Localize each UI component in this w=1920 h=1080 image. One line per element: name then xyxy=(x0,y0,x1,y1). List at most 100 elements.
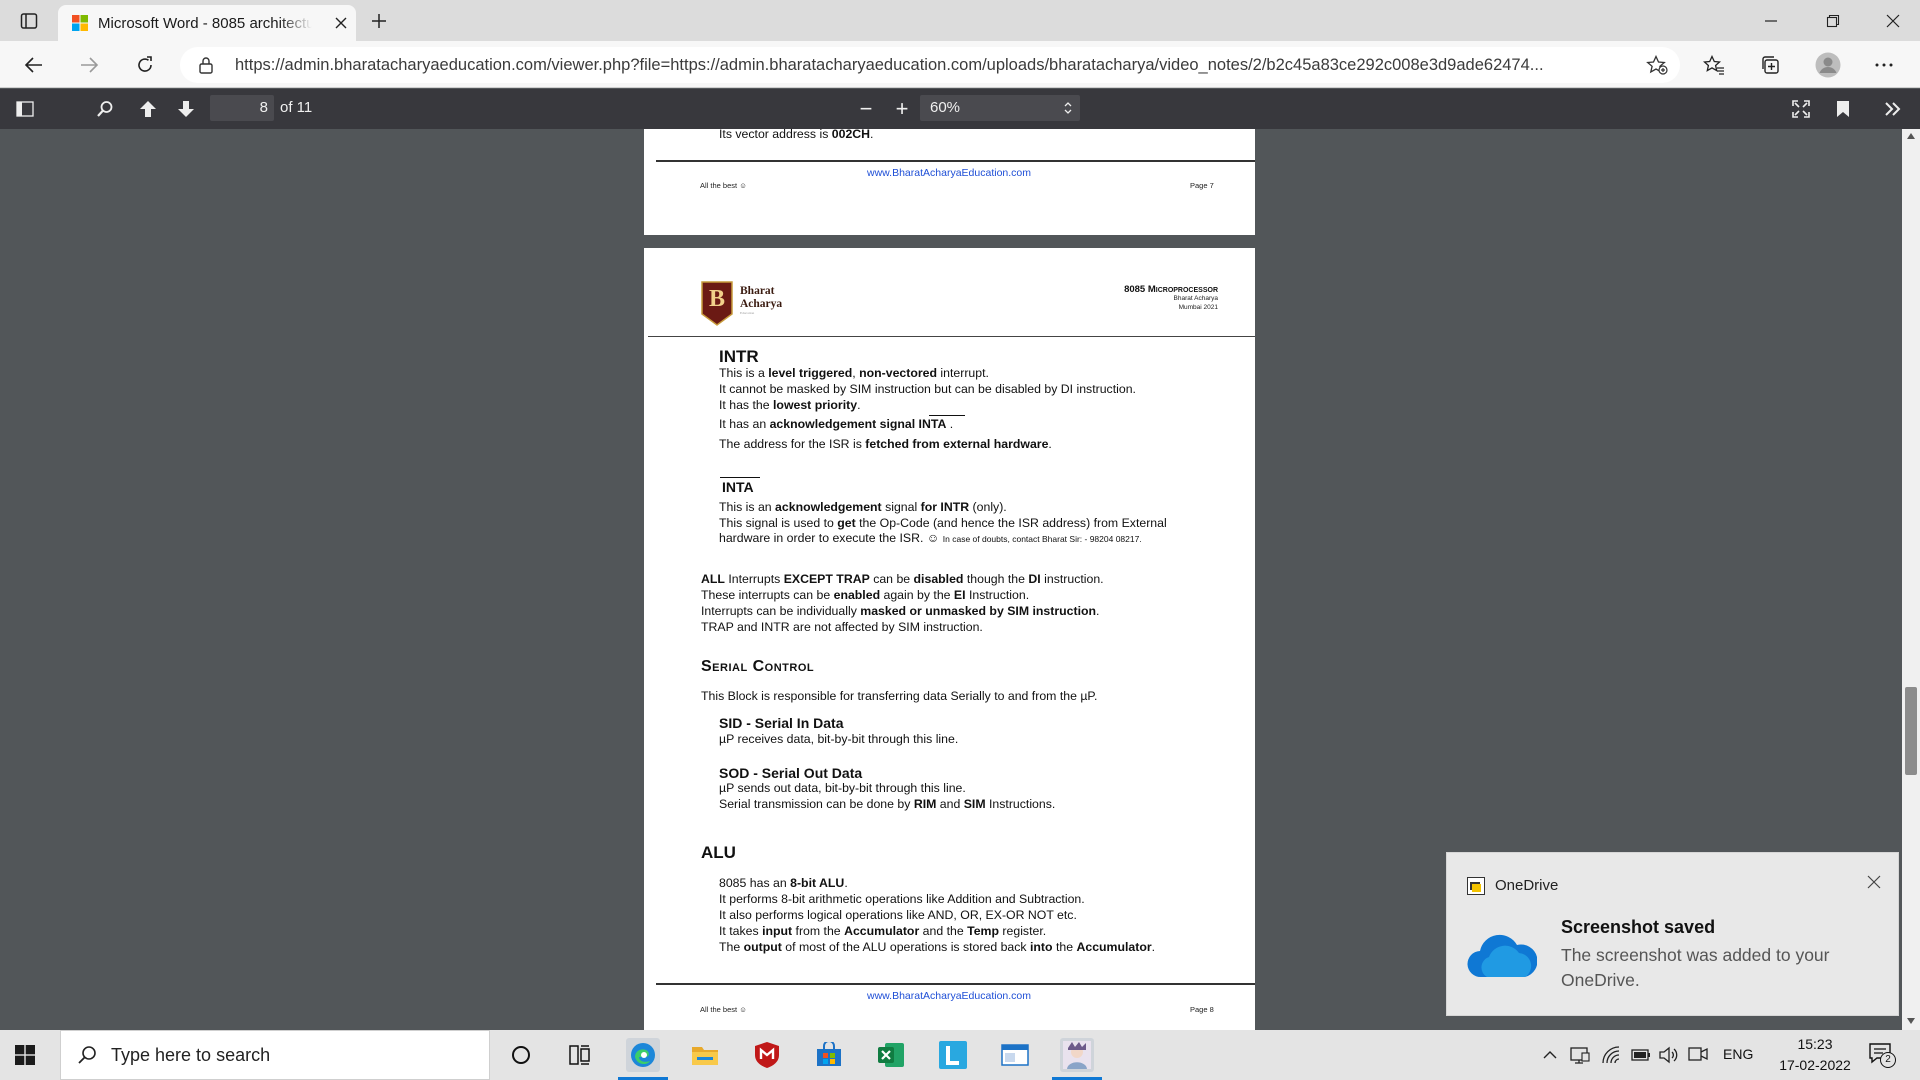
tab-actions-icon[interactable] xyxy=(16,8,42,34)
footer-website: www.BharatAcharyaEducation.com xyxy=(867,990,1031,1002)
text-line: It also performs logical operations like… xyxy=(719,908,1077,922)
footer-page-number: Page 7 xyxy=(1190,181,1214,190)
inta-heading-overbar xyxy=(720,477,760,478)
header-divider xyxy=(648,336,1255,337)
toast-app-name: OneDrive xyxy=(1495,877,1559,894)
dropdown-arrows-icon xyxy=(1064,101,1072,115)
edge-browser-icon[interactable] xyxy=(626,1038,660,1072)
taskbar-search-box[interactable]: Type here to search xyxy=(60,1030,490,1080)
cortana-icon[interactable] xyxy=(504,1038,538,1072)
window-app-icon[interactable] xyxy=(998,1038,1032,1072)
photo-app-icon[interactable] xyxy=(1060,1038,1094,1072)
text-line: This is a level triggered, non-vectored … xyxy=(719,366,989,380)
tray-device-icon[interactable] xyxy=(1569,1045,1591,1065)
file-explorer-icon[interactable] xyxy=(688,1038,722,1072)
toast-close-icon[interactable] xyxy=(1867,875,1881,889)
excel-icon[interactable] xyxy=(874,1038,908,1072)
text-line: TRAP and INTR are not affected by SIM in… xyxy=(701,620,983,634)
favorites-icon[interactable] xyxy=(1700,51,1728,79)
clock[interactable]: 15:23 17-02-2022 xyxy=(1770,1034,1860,1076)
bookmark-icon[interactable] xyxy=(1830,97,1856,121)
text-line: It takes input from the Accumulator and … xyxy=(719,924,1047,938)
url-text: https://admin.bharatacharyaeducation.com… xyxy=(235,55,1544,74)
collections-icon[interactable] xyxy=(1756,51,1784,79)
restore-icon[interactable] xyxy=(1820,8,1846,34)
subheading-sid: SID - Serial In Data xyxy=(719,715,844,731)
refresh-icon[interactable] xyxy=(131,51,159,79)
presentation-mode-icon[interactable] xyxy=(1788,97,1814,121)
page7-top-text: Its vector address is 002CH. xyxy=(719,129,874,141)
next-page-icon[interactable] xyxy=(173,97,199,121)
windows-start-icon[interactable] xyxy=(12,1042,38,1068)
scroll-up-arrow-icon[interactable] xyxy=(1907,133,1915,139)
back-icon[interactable] xyxy=(20,51,48,79)
app-l-icon[interactable] xyxy=(936,1038,970,1072)
zoom-out-button[interactable]: − xyxy=(852,95,880,123)
meet-now-icon[interactable] xyxy=(1687,1045,1709,1065)
close-tab-icon[interactable] xyxy=(330,12,352,34)
office-favicon-icon xyxy=(72,15,88,31)
pdf-page-8: B Bharat Acharya Education 8085 Micropro… xyxy=(644,248,1255,1030)
footer-divider xyxy=(656,983,1255,985)
new-tab-icon[interactable] xyxy=(366,8,392,34)
tab-title: Microsoft Word - 8085 architecture xyxy=(98,14,312,32)
onedrive-cloud-icon xyxy=(1467,933,1537,979)
forward-icon[interactable] xyxy=(75,51,103,79)
windows-taskbar: Type here to search ENG 15:23 17-02-2022… xyxy=(0,1030,1920,1080)
onedrive-app-icon xyxy=(1467,877,1485,895)
text-line: Serial transmission can be done by RIM a… xyxy=(719,797,1056,811)
clock-time: 15:23 xyxy=(1797,1036,1833,1052)
text-line: 8085 has an 8-bit ALU. xyxy=(719,876,848,890)
minimize-icon[interactable] xyxy=(1758,8,1784,34)
microsoft-store-icon[interactable] xyxy=(812,1038,846,1072)
text-line: ALL Interrupts EXCEPT TRAP can be disabl… xyxy=(701,572,1104,586)
text-line: It performs 8-bit arithmetic operations … xyxy=(719,892,1085,906)
section-heading-inta: INTA xyxy=(722,479,754,495)
input-language[interactable]: ENG xyxy=(1723,1046,1753,1062)
section-heading-serial-control: Serial Control xyxy=(701,658,815,675)
zoom-in-button[interactable]: + xyxy=(888,95,916,123)
logo-text: Bharat Acharya Education xyxy=(740,285,783,315)
footer-divider xyxy=(656,160,1255,162)
tools-chevron-icon[interactable] xyxy=(1880,97,1906,121)
battery-icon[interactable] xyxy=(1630,1045,1652,1065)
text-line: µP sends out data, bit-by-bit through th… xyxy=(719,781,966,795)
add-favorite-icon[interactable] xyxy=(1646,55,1668,75)
volume-icon[interactable] xyxy=(1658,1045,1680,1065)
pdf-toolbar: 8 of 11 − + 60% xyxy=(0,89,1920,129)
page-header-info: 8085 Microprocessor Bharat Acharya Mumba… xyxy=(1124,284,1218,311)
mcafee-icon[interactable] xyxy=(750,1038,784,1072)
page-count: of 11 xyxy=(280,99,313,116)
find-icon[interactable] xyxy=(92,97,118,121)
browser-tab-strip: Microsoft Word - 8085 architecture xyxy=(0,0,1920,41)
clock-date: 17-02-2022 xyxy=(1779,1057,1851,1073)
footer-left: All the best ☺ xyxy=(700,1005,747,1014)
text-line: This signal is used to get the Op-Code (… xyxy=(719,516,1167,530)
zoom-select[interactable]: 60% xyxy=(920,95,1080,121)
text-line: It has an acknowledgement signal INTA . xyxy=(719,417,954,431)
footer-left: All the best ☺ xyxy=(700,181,747,190)
show-hidden-icons-chevron-icon[interactable] xyxy=(1540,1045,1560,1065)
text-line: µP receives data, bit-by-bit through thi… xyxy=(719,732,959,746)
section-heading-intr: INTR xyxy=(719,347,759,366)
onedrive-notification[interactable]: OneDrive Screenshot saved The screenshot… xyxy=(1446,852,1899,1016)
toast-title: Screenshot saved xyxy=(1561,917,1716,937)
notification-center-icon[interactable]: 2 xyxy=(1868,1042,1898,1068)
task-view-icon[interactable] xyxy=(563,1038,597,1072)
lock-icon[interactable] xyxy=(198,56,214,74)
logo-letter: B xyxy=(708,286,725,312)
close-window-icon[interactable] xyxy=(1880,8,1906,34)
scrollbar-thumb[interactable] xyxy=(1905,687,1917,775)
url-field[interactable]: https://admin.bharatacharyaeducation.com… xyxy=(180,47,1680,83)
viewer-scrollbar[interactable] xyxy=(1902,129,1920,1030)
browser-tab[interactable]: Microsoft Word - 8085 architecture xyxy=(58,5,356,41)
previous-page-icon[interactable] xyxy=(135,97,161,121)
scroll-down-arrow-icon[interactable] xyxy=(1907,1018,1915,1024)
sidebar-toggle-icon[interactable] xyxy=(12,97,38,121)
zoom-level: 60% xyxy=(930,99,961,116)
wifi-icon[interactable] xyxy=(1600,1045,1622,1065)
text-line: This Block is responsible for transferri… xyxy=(701,689,1098,703)
page-number-input[interactable]: 8 xyxy=(210,95,274,121)
more-menu-icon[interactable] xyxy=(1870,51,1898,79)
profile-avatar[interactable] xyxy=(1812,49,1844,81)
